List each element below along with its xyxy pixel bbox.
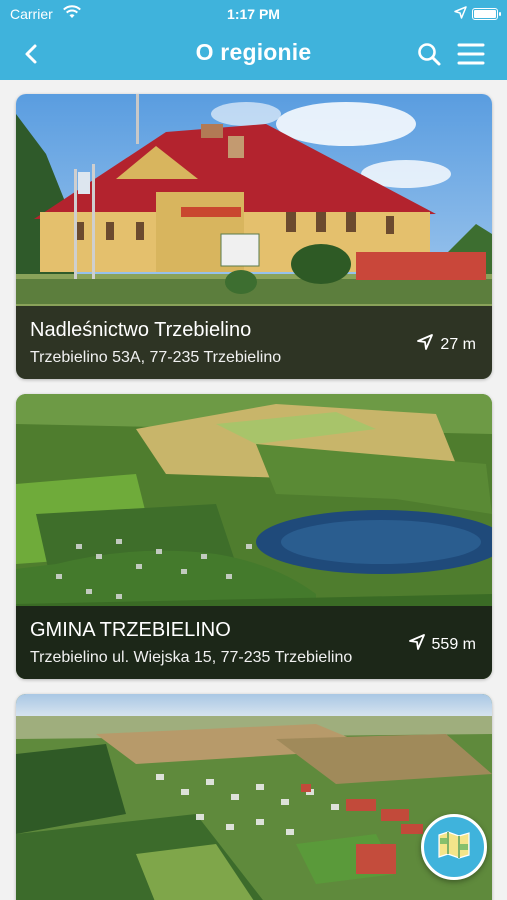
place-card[interactable]: [16, 694, 492, 900]
location-arrow-icon: [454, 6, 467, 22]
location-arrow-icon: [416, 333, 434, 356]
nav-bar: O regionie: [0, 28, 507, 80]
place-address: Trzebielino 53A, 77-235 Trzebielino: [30, 349, 282, 366]
distance-label: 559 m: [431, 635, 476, 653]
place-card[interactable]: GMINA TRZEBIELINO Trzebielino ul. Wiejsk…: [16, 394, 492, 679]
hamburger-menu-icon[interactable]: [457, 41, 485, 67]
place-distance: 27 m: [416, 333, 476, 356]
map-icon: [437, 830, 471, 865]
places-list: Nadleśnictwo Trzebielino Trzebielino 53A…: [16, 94, 492, 900]
place-caption: GMINA TRZEBIELINO Trzebielino ul. Wiejsk…: [16, 606, 492, 679]
place-caption: Nadleśnictwo Trzebielino Trzebielino 53A…: [16, 306, 492, 379]
status-bar: Carrier 1:17 PM: [0, 0, 507, 28]
search-icon[interactable]: [415, 40, 443, 68]
place-name: GMINA TRZEBIELINO: [30, 619, 231, 641]
clock: 1:17 PM: [227, 6, 280, 22]
distance-label: 27 m: [440, 335, 476, 353]
place-distance: 559 m: [408, 633, 476, 656]
location-arrow-icon: [408, 633, 426, 656]
place-card[interactable]: Nadleśnictwo Trzebielino Trzebielino 53A…: [16, 94, 492, 379]
battery-icon: [472, 8, 501, 20]
place-address: Trzebielino ul. Wiejska 15, 77-235 Trzeb…: [30, 649, 353, 666]
place-name: Nadleśnictwo Trzebielino: [30, 319, 252, 341]
map-button[interactable]: [421, 814, 487, 880]
place-photo: [16, 694, 492, 900]
